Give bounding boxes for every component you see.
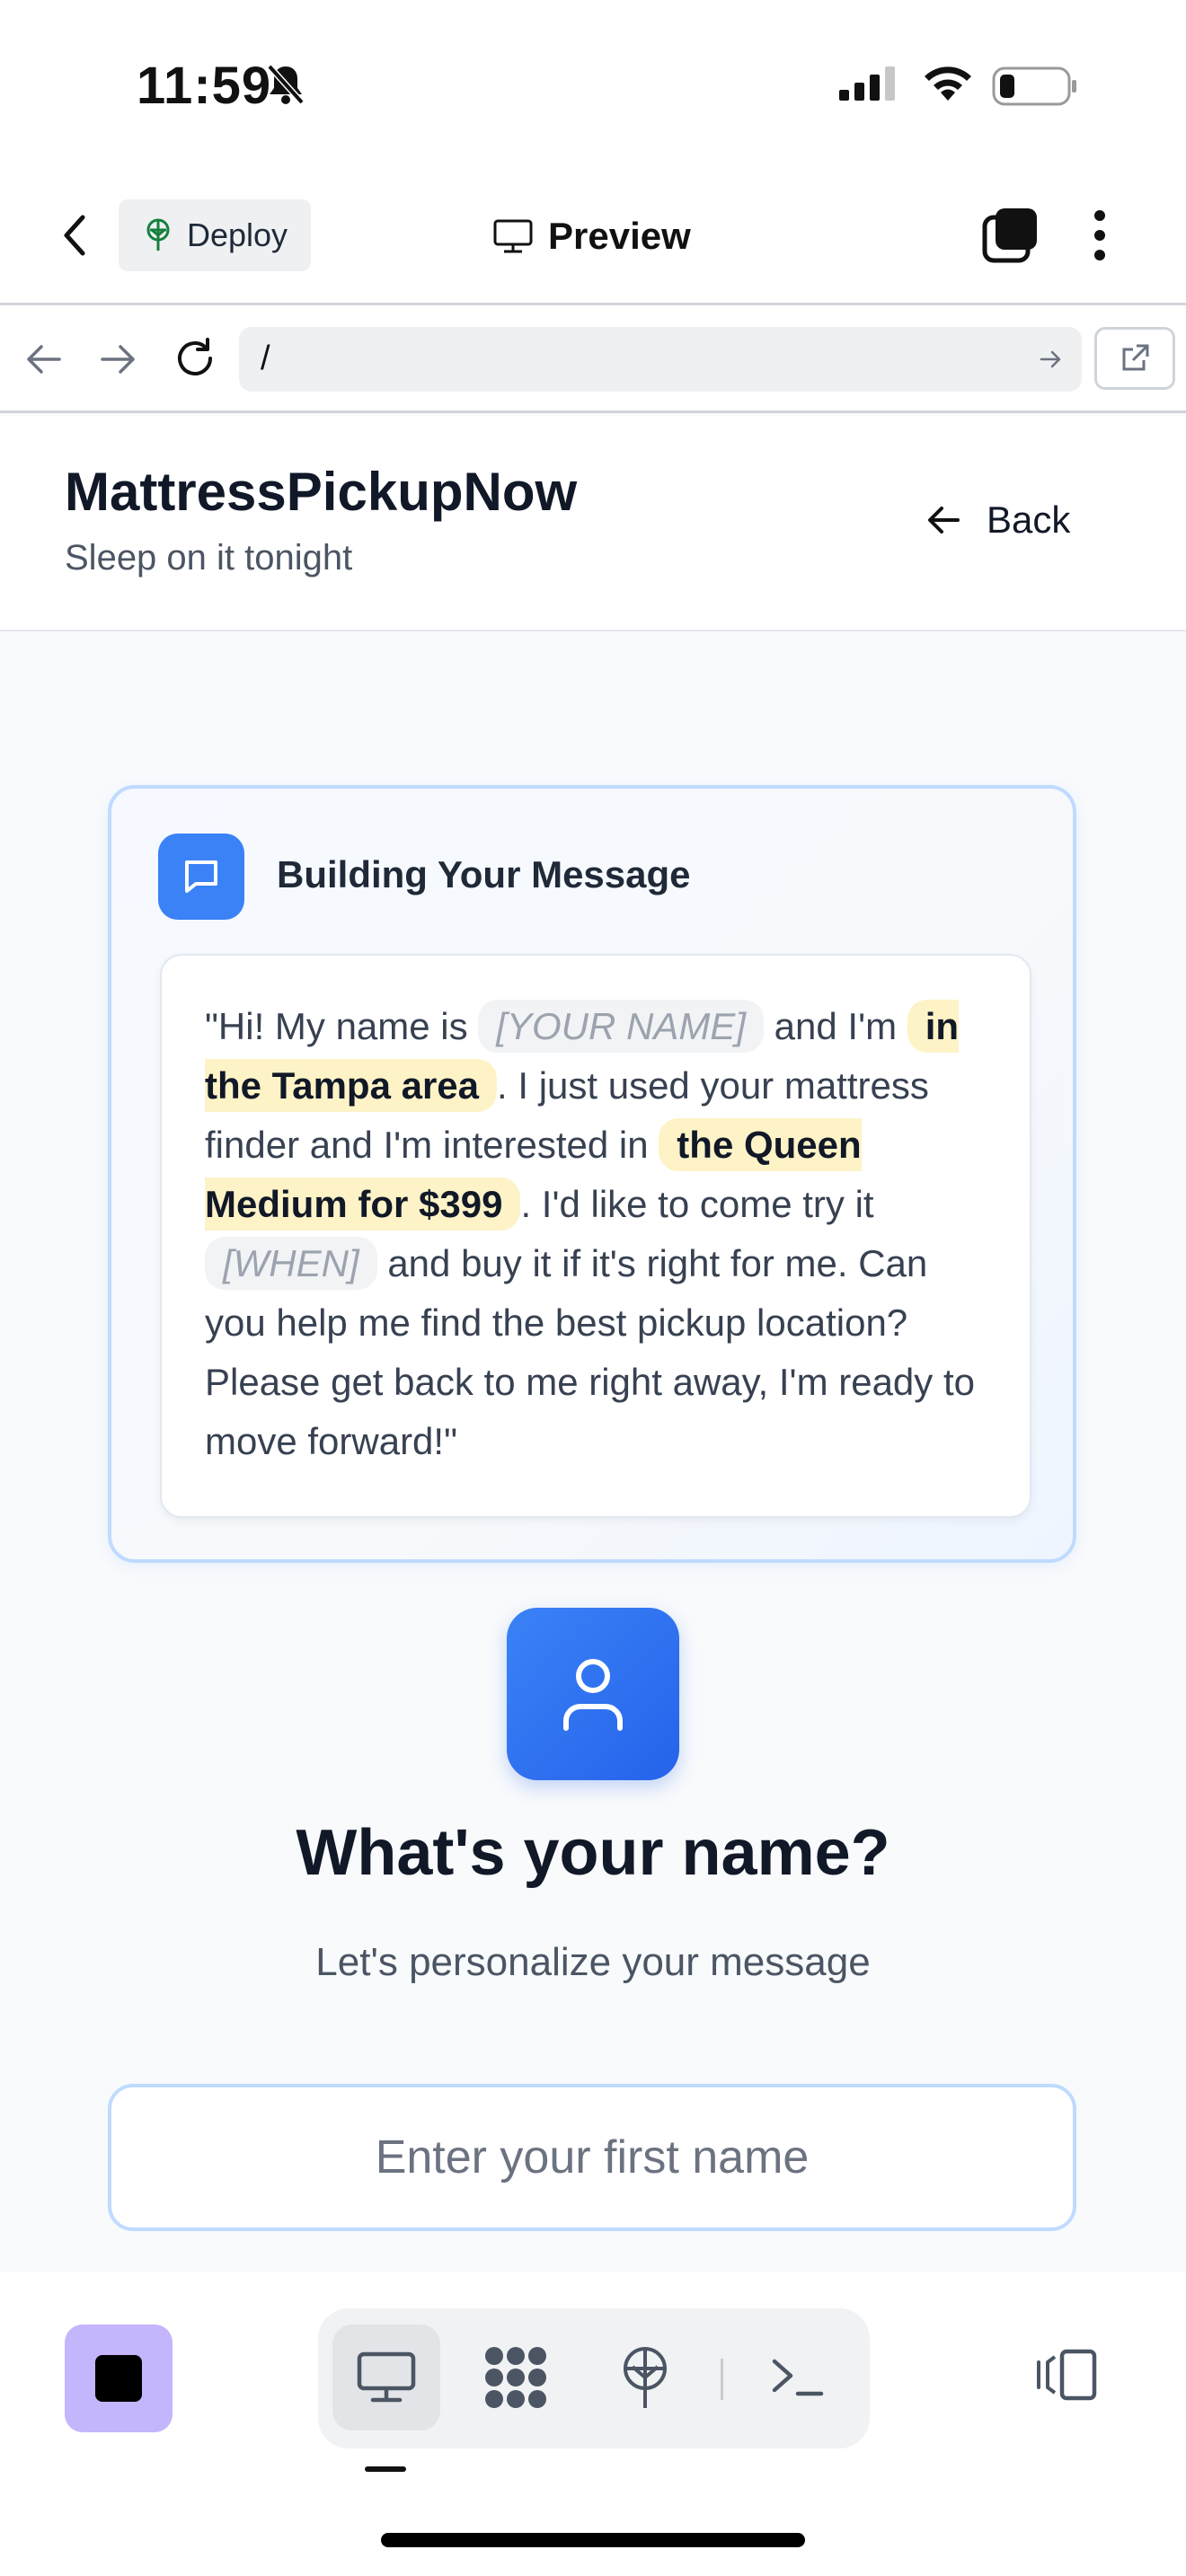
- preview-label: Preview: [548, 215, 691, 257]
- terminal-icon: [772, 2359, 824, 2396]
- browser-url-bar: /: [0, 305, 1186, 413]
- question-title: What's your name?: [296, 1817, 890, 1889]
- arrow-left-icon[interactable]: [25, 341, 63, 377]
- split-view-icon[interactable]: [1035, 2348, 1100, 2402]
- cellular-signal-icon: [839, 66, 895, 101]
- chat-icon: [158, 834, 244, 920]
- url-input[interactable]: /: [239, 327, 1082, 392]
- view-switcher: [318, 2308, 870, 2448]
- go-arrow-icon[interactable]: [1039, 347, 1064, 372]
- status-bar: 11:59: [0, 0, 1186, 162]
- deploy-icon: [624, 2347, 667, 2408]
- external-link-icon: [1122, 344, 1149, 371]
- when-placeholder-chip: [WHEN]: [205, 1237, 377, 1290]
- deploy-icon: [146, 218, 170, 251]
- monitor-icon: [493, 219, 533, 253]
- app-bar: Deploy Preview: [0, 162, 1186, 305]
- tab-terminal[interactable]: [744, 2325, 852, 2430]
- monitor-icon: [357, 2351, 416, 2403]
- more-vertical-icon[interactable]: [1091, 207, 1109, 264]
- message-text-segment: . I'd like to come try it: [520, 1183, 874, 1225]
- home-indicator: [381, 2533, 805, 2547]
- reload-icon[interactable]: [173, 336, 217, 381]
- brand-name: MattressPickupNow: [65, 462, 578, 522]
- tagline: Sleep on it tonight: [65, 538, 353, 578]
- active-tab-indicator: [365, 2466, 406, 2472]
- message-text-segment: "Hi! My name is: [205, 1005, 479, 1047]
- stop-button[interactable]: [65, 2325, 173, 2432]
- tab-preview[interactable]: [332, 2325, 440, 2430]
- first-name-input[interactable]: [108, 2084, 1076, 2231]
- preview-title[interactable]: Preview: [492, 205, 691, 268]
- toolbar-divider: [721, 2359, 723, 2400]
- back-label: Back: [987, 498, 1071, 541]
- deploy-label: Deploy: [187, 216, 288, 253]
- chevron-left-icon[interactable]: [59, 212, 90, 259]
- back-button[interactable]: Back: [925, 498, 1070, 542]
- deploy-button[interactable]: Deploy: [119, 199, 311, 271]
- apps-icon: [485, 2347, 546, 2408]
- user-icon: [507, 1608, 679, 1780]
- url-path: /: [261, 340, 270, 377]
- arrow-right-icon[interactable]: [99, 341, 137, 377]
- tab-apps[interactable]: [462, 2325, 570, 2430]
- stop-icon: [95, 2355, 142, 2402]
- name-placeholder-chip: [YOUR NAME]: [478, 1000, 764, 1053]
- arrow-left-icon: [928, 507, 960, 534]
- status-time: 11:59: [137, 57, 272, 115]
- site-header: MattressPickupNow Sleep on it tonight Ba…: [0, 416, 1186, 631]
- tab-deploy[interactable]: [591, 2325, 699, 2430]
- message-builder-card: Building Your Message "Hi! My name is [Y…: [108, 785, 1076, 1563]
- battery-icon: [992, 66, 1076, 106]
- question-subtitle: Let's personalize your message: [315, 1940, 871, 1984]
- message-card-title: Building Your Message: [277, 853, 691, 895]
- message-preview: "Hi! My name is [YOUR NAME] and I'm in t…: [160, 954, 1031, 1518]
- wifi-icon: [925, 66, 971, 101]
- message-text-segment: and I'm: [764, 1005, 907, 1047]
- tabs-icon[interactable]: [981, 207, 1039, 264]
- open-external-button[interactable]: [1094, 327, 1175, 390]
- bell-muted-icon: [267, 64, 305, 105]
- bottom-toolbar: [0, 2272, 1186, 2576]
